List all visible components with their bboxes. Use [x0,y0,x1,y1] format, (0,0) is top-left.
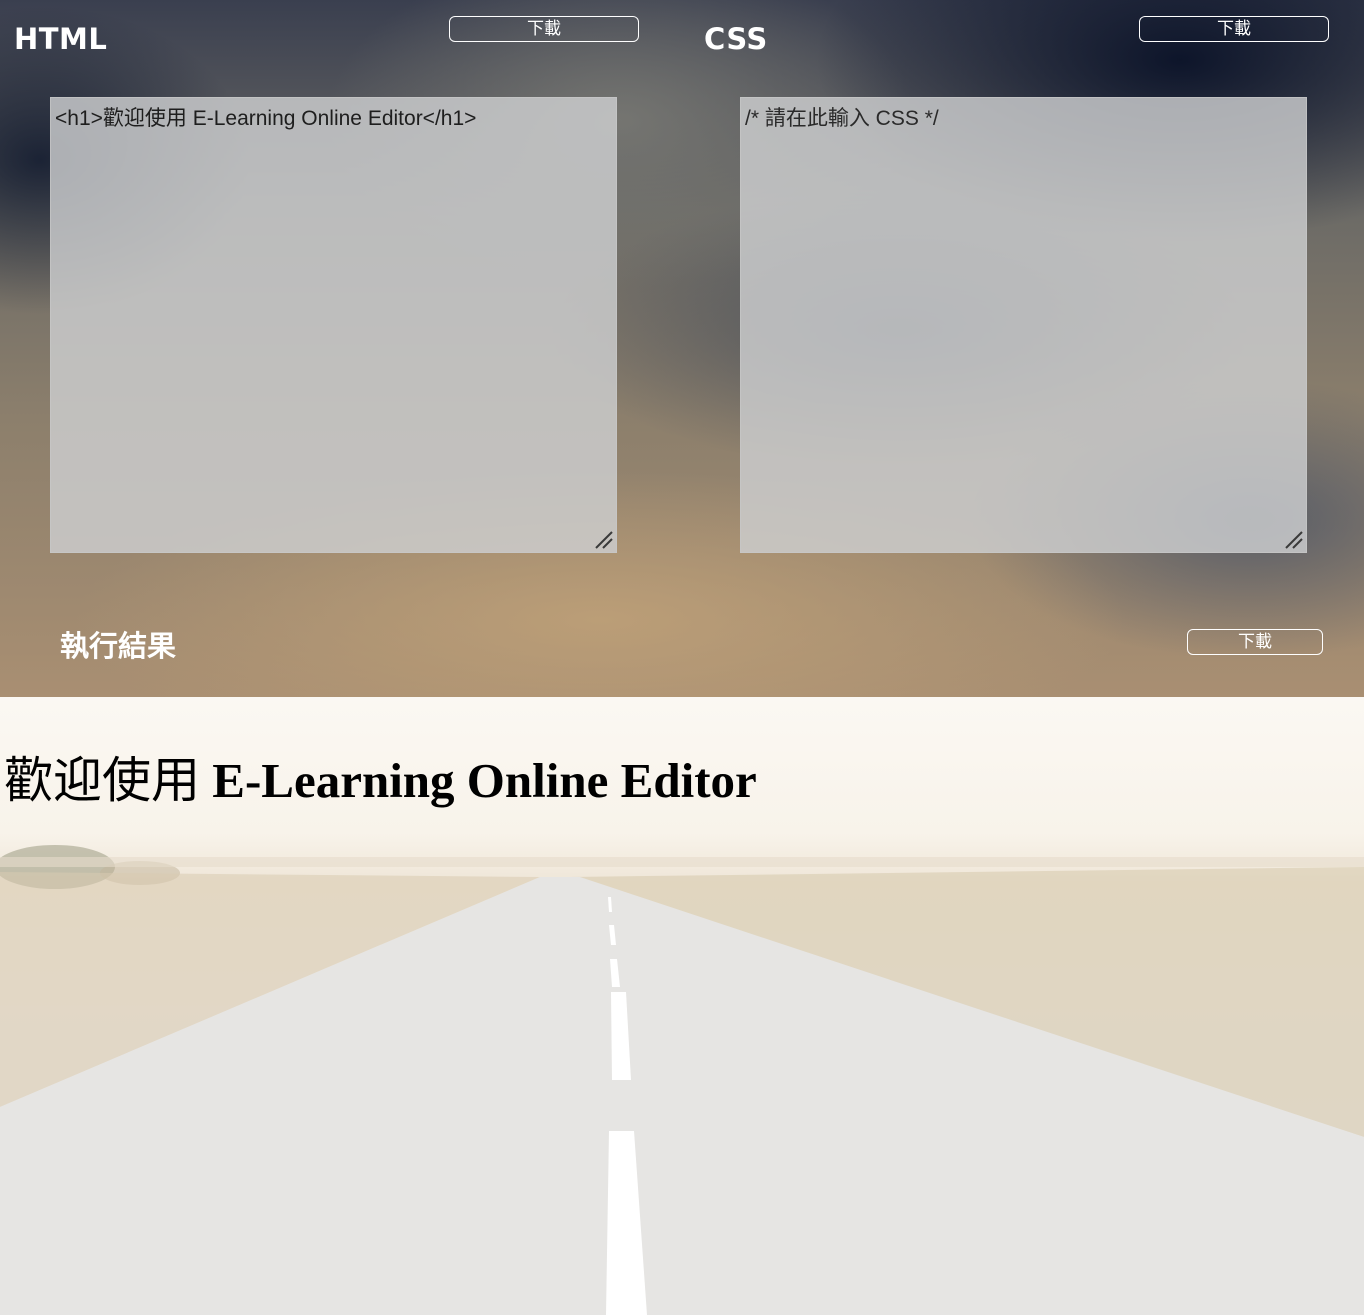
result-pane-title: 執行結果 [60,629,177,663]
result-heading-cjk: 歡迎使用 [4,752,201,809]
css-editor-content[interactable]: /* 請在此輸入 CSS */ [745,102,939,132]
editor-area: HTML 下載 CSS 下載 <h1>歡迎使用 E-Learning Onlin… [0,0,1364,697]
resize-grip-icon[interactable] [592,528,614,550]
html-pane-title: HTML [14,22,108,56]
html-editor-content[interactable]: <h1>歡迎使用 E-Learning Online Editor</h1> [55,102,476,132]
html-download-button[interactable]: 下載 [449,16,639,42]
css-editor-textarea[interactable]: /* 請在此輸入 CSS */ [740,97,1307,553]
css-download-button[interactable]: 下載 [1139,16,1329,42]
resize-grip-icon[interactable] [1282,528,1304,550]
result-heading: 歡迎使用 E-Learning Online Editor [4,741,757,812]
online-editor-page: HTML 下載 CSS 下載 <h1>歡迎使用 E-Learning Onlin… [0,0,1364,1315]
result-heading-latin: E-Learning Online Editor [200,753,757,808]
result-download-button[interactable]: 下載 [1187,629,1323,655]
html-editor-textarea[interactable]: <h1>歡迎使用 E-Learning Online Editor</h1> [50,97,617,553]
css-pane-title: CSS [704,22,768,56]
result-preview: 歡迎使用 E-Learning Online Editor [0,697,1364,1315]
